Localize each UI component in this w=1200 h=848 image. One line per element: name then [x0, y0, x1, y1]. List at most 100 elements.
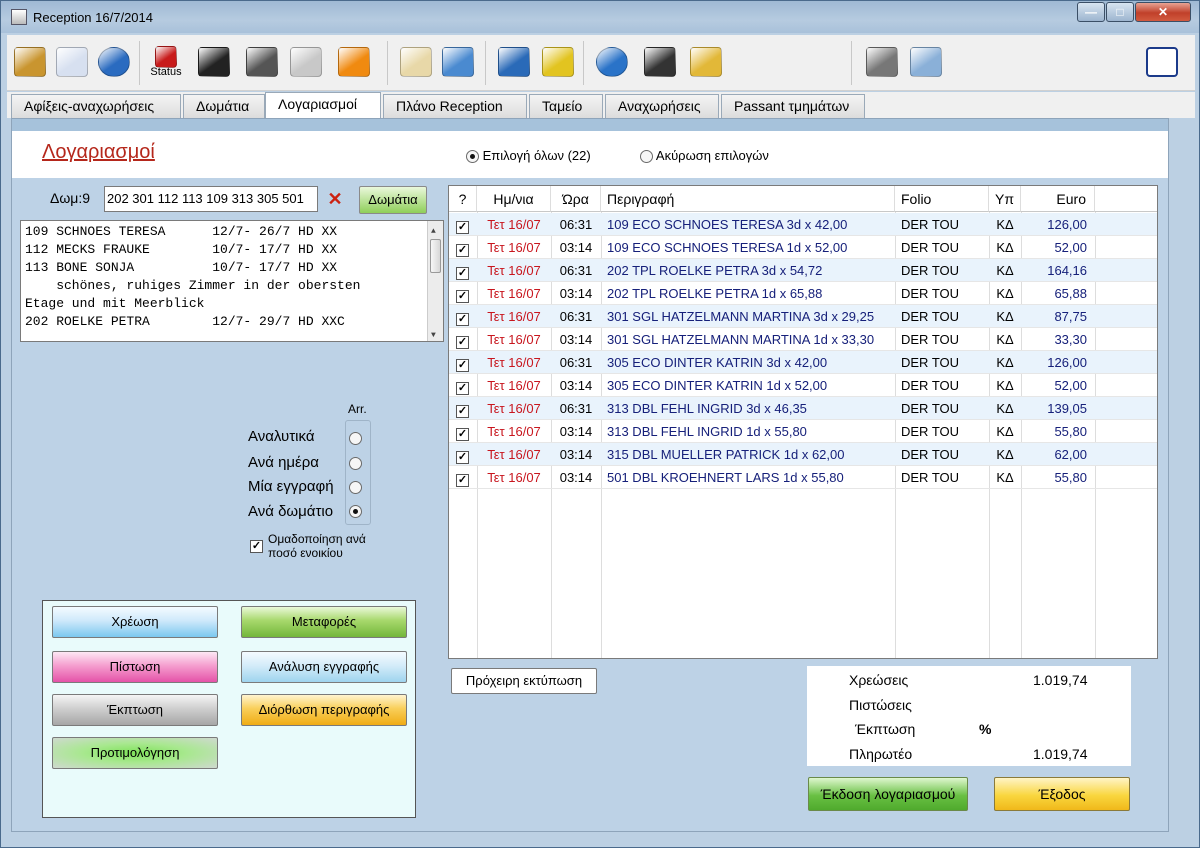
col-euro[interactable]: Euro: [1021, 186, 1095, 212]
row-check-icon[interactable]: ✓: [456, 336, 469, 350]
row-check-icon[interactable]: ✓: [456, 290, 469, 304]
row-checkbox[interactable]: ✓: [456, 351, 472, 374]
col-date[interactable]: Ημ/νια: [477, 186, 551, 212]
table-row[interactable]: ✓ Τετ 16/07 06:31 313 DBL FEHL INGRID 3d x …: [449, 397, 1157, 420]
charges-grid[interactable]: ? Ημ/νια Ώρα Περιγραφή Folio Υπ Euro ✓ Τε…: [448, 185, 1158, 659]
minimize-button[interactable]: —: [1077, 2, 1105, 22]
table-row[interactable]: ✓ Τετ 16/07 03:14 305 ECO DINTER KATRIN 1d …: [449, 374, 1157, 397]
print-preview-tool-button[interactable]: [907, 43, 945, 81]
row-checkbox[interactable]: ✓: [456, 374, 472, 397]
cancel-selection-radio[interactable]: Ακύρωση επιλογών: [640, 148, 769, 164]
table-row[interactable]: ✓ Τετ 16/07 03:14 315 DBL MUELLER PATRICK 1…: [449, 443, 1157, 466]
charge-button[interactable]: Χρέωση: [52, 606, 218, 638]
row-check-icon[interactable]: ✓: [456, 451, 469, 465]
exit-door-tool-button[interactable]: [1143, 43, 1181, 81]
row-checkbox[interactable]: ✓: [456, 282, 472, 305]
tab-departures[interactable]: Αναχωρήσεις: [605, 94, 719, 118]
tab-rooms[interactable]: Δωμάτια: [183, 94, 265, 118]
option-single-entry-radio[interactable]: [349, 481, 362, 494]
table-row[interactable]: ✓ Τετ 16/07 03:14 501 DBL KROEHNERT LARS 1d…: [449, 466, 1157, 489]
col-time[interactable]: Ώρα: [551, 186, 601, 212]
row-check-icon[interactable]: ✓: [456, 382, 469, 396]
tab-accounts[interactable]: Λογαριασμοί: [265, 92, 381, 119]
group-by-rate-checkbox[interactable]: ✓: [250, 540, 263, 553]
row-checkbox[interactable]: ✓: [456, 443, 472, 466]
row-check-icon[interactable]: ✓: [456, 221, 469, 235]
fix-description-button[interactable]: Διόρθωση περιγραφής: [241, 694, 407, 726]
airplane-tool-button[interactable]: [439, 43, 477, 81]
table-row[interactable]: ✓ Τετ 16/07 06:31 109 ECO SCHNOES TERESA 3d…: [449, 213, 1157, 236]
row-checkbox[interactable]: ✓: [456, 236, 472, 259]
row-check-icon[interactable]: ✓: [456, 474, 469, 488]
table-row[interactable]: ✓ Τετ 16/07 06:31 202 TPL ROELKE PETRA 3d x…: [449, 259, 1157, 282]
magnifier-tool-button[interactable]: [641, 43, 679, 81]
row-checkbox[interactable]: ✓: [456, 259, 472, 282]
mail-tool-button[interactable]: [687, 43, 725, 81]
folder-open-tool-button[interactable]: [397, 43, 435, 81]
col-type[interactable]: Υπ: [989, 186, 1021, 212]
phone-tool-button[interactable]: [539, 43, 577, 81]
group-by-rate-option[interactable]: ✓ Ομαδοποίηση ανά ποσό ενοικίου: [250, 532, 366, 560]
tab-passant[interactable]: Passant τμημάτων: [721, 94, 865, 118]
compass-tool-button[interactable]: [593, 43, 631, 81]
issue-bill-button[interactable]: Έκδοση λογαριασμού: [808, 777, 968, 811]
table-row[interactable]: ✓ Τετ 16/07 06:31 301 SGL HATZELMANN MARTIN…: [449, 305, 1157, 328]
close-button[interactable]: ✕: [1135, 2, 1191, 22]
transfers-button[interactable]: Μεταφορές: [241, 606, 407, 638]
fax-printer-tool-button[interactable]: [863, 43, 901, 81]
table-row[interactable]: ✓ Τετ 16/07 03:14 109 ECO SCHNOES TERESA 1d…: [449, 236, 1157, 259]
bar-chart-tool-button[interactable]: [495, 43, 533, 81]
flower-tool-button[interactable]: [335, 43, 373, 81]
clear-rooms-icon[interactable]: ✕: [326, 190, 344, 208]
table-row[interactable]: ✓ Τετ 16/07 03:14 301 SGL HATZELMANN MARTIN…: [449, 328, 1157, 351]
row-checkbox[interactable]: ✓: [456, 213, 472, 236]
row-date: Τετ 16/07: [487, 401, 541, 416]
table-row[interactable]: ✓ Τετ 16/07 03:14 202 TPL ROELKE PETRA 1d x…: [449, 282, 1157, 305]
select-all-radio[interactable]: Επιλογή όλων (22): [466, 148, 591, 164]
address-book-tool-button[interactable]: [11, 43, 49, 81]
rooms-button[interactable]: Δωμάτια: [359, 186, 427, 214]
row-check-icon[interactable]: ✓: [456, 405, 469, 419]
option-per-room-radio[interactable]: [349, 505, 362, 518]
status-check-tool-button[interactable]: Status: [147, 43, 185, 81]
rooms-input[interactable]: 202 301 112 113 109 313 305 501: [104, 186, 318, 212]
bed-tool-button[interactable]: [243, 43, 281, 81]
option-per-day-radio[interactable]: [349, 457, 362, 470]
luggage-tool-button[interactable]: [195, 43, 233, 81]
exit-button[interactable]: Έξοδος: [994, 777, 1130, 811]
credit-button[interactable]: Πίστωση: [52, 651, 218, 683]
entry-analysis-button[interactable]: Ανάλυση εγγραφής: [241, 651, 407, 683]
calendar-tool-button[interactable]: [53, 43, 91, 81]
row-check-icon[interactable]: ✓: [456, 313, 469, 327]
row-checkbox[interactable]: ✓: [456, 305, 472, 328]
tab-arrivals-departures[interactable]: Αφίξεις-αναχωρήσεις: [11, 94, 181, 118]
row-checkbox[interactable]: ✓: [456, 328, 472, 351]
row-check-icon[interactable]: ✓: [456, 428, 469, 442]
scroll-down-icon[interactable]: ▼: [431, 327, 436, 341]
tab-cashier[interactable]: Ταμείο: [529, 94, 603, 118]
col-select[interactable]: ?: [449, 186, 477, 212]
globe-tool-button[interactable]: [95, 43, 133, 81]
cancel-selection-radio-dot[interactable]: [640, 150, 653, 164]
discount-button[interactable]: Έκπτωση: [52, 694, 218, 726]
option-analytic-radio[interactable]: [349, 432, 362, 445]
row-checkbox[interactable]: ✓: [456, 466, 472, 489]
draft-print-button[interactable]: Πρόχειρη εκτύπωση: [451, 668, 597, 694]
row-check-icon[interactable]: ✓: [456, 244, 469, 258]
scroll-thumb[interactable]: [430, 239, 441, 273]
tab-reception-plan[interactable]: Πλάνο Reception: [383, 94, 527, 118]
row-checkbox[interactable]: ✓: [456, 397, 472, 420]
table-row[interactable]: ✓ Τετ 16/07 06:31 305 ECO DINTER KATRIN 3d …: [449, 351, 1157, 374]
select-all-radio-dot[interactable]: [466, 150, 479, 164]
row-checkbox[interactable]: ✓: [456, 420, 472, 443]
col-description[interactable]: Περιγραφή: [601, 186, 895, 212]
proforma-button[interactable]: Προτιμολόγηση: [52, 737, 218, 769]
table-row[interactable]: ✓ Τετ 16/07 03:14 313 DBL FEHL INGRID 1d x …: [449, 420, 1157, 443]
guest-list-scrollbar[interactable]: ▲ ▼: [427, 221, 443, 341]
maximize-button[interactable]: □: [1106, 2, 1134, 22]
row-check-icon[interactable]: ✓: [456, 359, 469, 373]
col-folio[interactable]: Folio: [895, 186, 989, 212]
documents-tool-button[interactable]: [287, 43, 325, 81]
row-check-icon[interactable]: ✓: [456, 267, 469, 281]
guest-notes-list[interactable]: 109 SCHNOES TERESA 12/7- 26/7 HD XX 112 …: [20, 220, 444, 342]
